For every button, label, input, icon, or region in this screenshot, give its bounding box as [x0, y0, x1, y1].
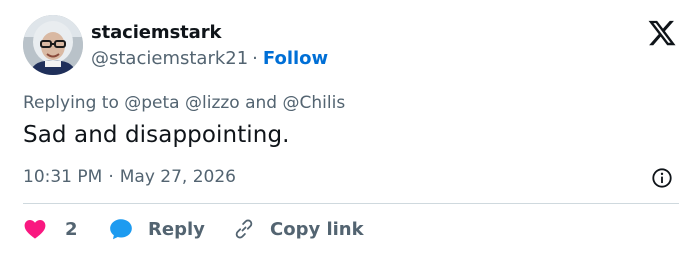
x-logo-icon[interactable] — [647, 18, 677, 48]
tweet-timestamp[interactable]: 10:31 PM · May 27, 2026 — [23, 167, 236, 187]
tweet-time: 10:31 PM — [23, 167, 103, 187]
reply-conjunction: and — [245, 93, 278, 113]
info-icon[interactable] — [651, 167, 673, 189]
display-name[interactable]: staciemstark — [91, 22, 221, 43]
handle-row: @staciemstark21 · Follow — [91, 48, 328, 69]
follow-button[interactable]: Follow — [263, 48, 328, 69]
reply-button[interactable]: Reply — [108, 216, 205, 242]
reply-label: Reply — [148, 218, 205, 240]
copy-link-button[interactable]: Copy link — [232, 216, 364, 242]
like-count: 2 — [65, 218, 78, 240]
mention-chilis[interactable]: @Chilis — [283, 93, 346, 113]
reply-context: Replying to @peta @lizzo and @Chilis — [23, 93, 345, 113]
tweet-date: May 27, 2026 — [119, 167, 236, 187]
user-handle[interactable]: @staciemstark21 — [91, 48, 248, 69]
reply-prefix: Replying to — [23, 93, 119, 113]
like-button[interactable]: 2 — [23, 216, 78, 242]
tweet-card: staciemstark @staciemstark21 · Follow Repl… — [0, 0, 700, 256]
speech-bubble-icon — [110, 219, 132, 240]
avatar[interactable] — [23, 15, 83, 75]
timestamp-separator: · — [108, 167, 114, 187]
avatar-image — [23, 15, 83, 75]
divider — [23, 203, 679, 204]
mention-peta[interactable]: @peta — [124, 93, 179, 113]
heart-icon — [24, 220, 46, 239]
tweet-text: Sad and disappointing. — [23, 122, 290, 148]
mention-lizzo[interactable]: @lizzo — [185, 93, 240, 113]
handle-separator: · — [252, 48, 258, 69]
copy-link-label: Copy link — [270, 218, 364, 240]
link-icon — [235, 219, 253, 239]
